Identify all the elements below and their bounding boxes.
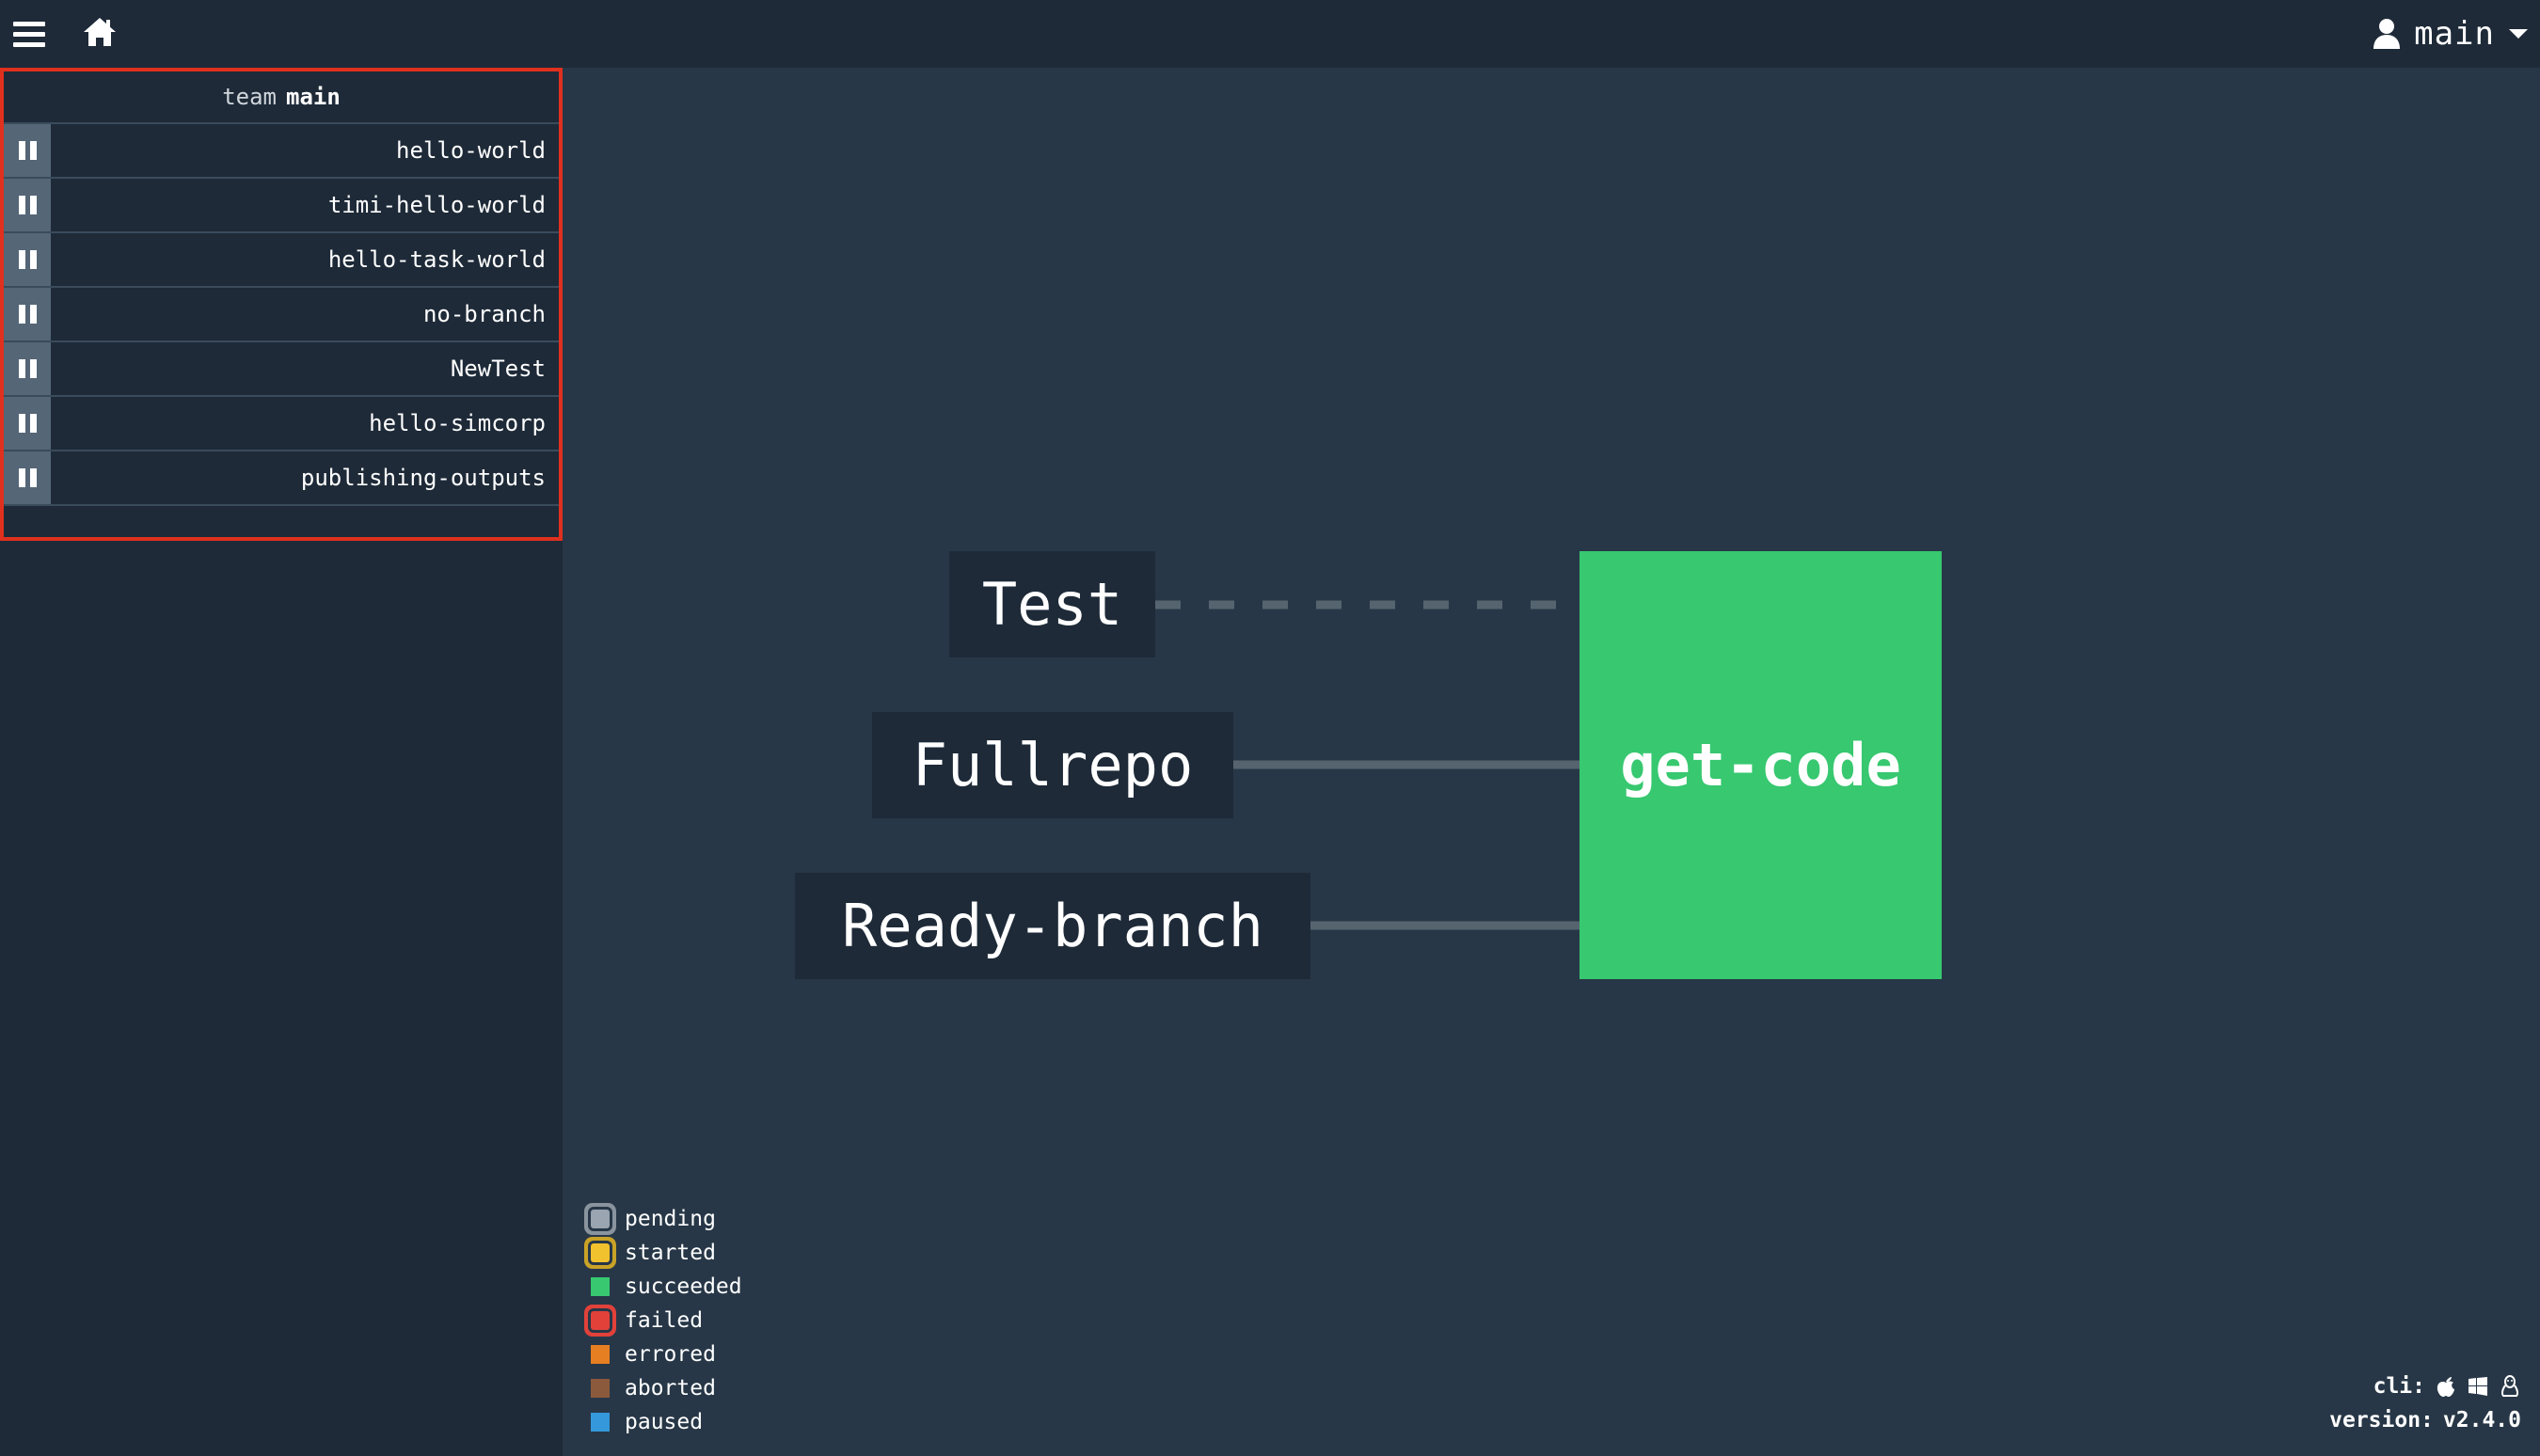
pipeline-list: hello-world timi-hello-world hello-task-wo… [4, 124, 559, 506]
menu-icon[interactable] [13, 15, 51, 53]
pipeline-link[interactable]: hello-task-world [51, 233, 559, 286]
pause-pipeline-button[interactable] [4, 179, 51, 231]
pause-pipeline-button[interactable] [4, 233, 51, 286]
pause-pipeline-button[interactable] [4, 342, 51, 395]
pipeline-graph: Test Fullrepo Ready-branch get-code [563, 68, 2540, 1456]
legend-label: succeeded [625, 1274, 742, 1299]
cli-downloads: cli: [2329, 1369, 2521, 1403]
apple-icon[interactable] [2435, 1375, 2457, 1398]
version-value: v2.4.0 [2442, 1408, 2521, 1432]
footer-info: cli: version: v2.4.0 [2329, 1369, 2521, 1437]
legend-swatch [581, 1304, 619, 1337]
legend-item-started: started [581, 1236, 742, 1270]
legend-label: failed [625, 1308, 704, 1333]
pipeline-link[interactable]: timi-hello-world [51, 179, 559, 231]
pause-pipeline-button[interactable] [4, 288, 51, 340]
legend-swatch [581, 1236, 619, 1270]
job-node-get-code[interactable]: get-code [1580, 551, 1942, 979]
legend-item-succeeded: succeeded [581, 1270, 742, 1304]
pipeline-link[interactable]: NewTest [51, 342, 559, 395]
pipeline-row: NewTest [4, 342, 559, 397]
sidebar: team main hello-world timi-hello-world hel… [0, 68, 563, 1456]
pipeline-link[interactable]: hello-world [51, 124, 559, 177]
pipeline-link[interactable]: no-branch [51, 288, 559, 340]
pipeline-row: publishing-outputs [4, 451, 559, 506]
legend-item-failed: failed [581, 1304, 742, 1337]
pipeline-link[interactable]: publishing-outputs [51, 451, 559, 504]
legend-item-aborted: aborted [581, 1371, 742, 1405]
team-label: team [222, 84, 277, 110]
pipeline-row: no-branch [4, 288, 559, 342]
user-menu[interactable]: main [2373, 13, 2529, 55]
legend-label: pending [625, 1207, 716, 1231]
pause-pipeline-button[interactable] [4, 397, 51, 450]
status-legend: pending started succeeded failed errored abor… [581, 1202, 742, 1439]
top-bar: main [0, 0, 2540, 68]
chevron-down-icon [2509, 29, 2528, 39]
graph-edges [1155, 600, 1580, 930]
pause-pipeline-button[interactable] [4, 451, 51, 504]
legend-swatch [581, 1405, 619, 1439]
legend-item-pending: pending [581, 1202, 742, 1236]
pause-pipeline-button[interactable] [4, 124, 51, 177]
legend-item-paused: paused [581, 1405, 742, 1439]
resource-node-test[interactable]: Test [949, 551, 1155, 657]
version-label: version: [2329, 1408, 2434, 1432]
pipeline-row: hello-world [4, 124, 559, 179]
legend-label: aborted [625, 1376, 716, 1401]
legend-swatch [581, 1337, 619, 1371]
pipeline-link[interactable]: hello-simcorp [51, 397, 559, 450]
windows-icon[interactable] [2467, 1375, 2489, 1398]
team-panel: team main hello-world timi-hello-world hel… [0, 68, 563, 541]
legend-label: started [625, 1241, 716, 1265]
legend-label: paused [625, 1410, 704, 1434]
version-info: version: v2.4.0 [2329, 1403, 2521, 1437]
user-icon [2373, 19, 2401, 49]
pipeline-row: hello-task-world [4, 233, 559, 288]
legend-label: errored [625, 1342, 716, 1367]
legend-item-errored: errored [581, 1337, 742, 1371]
cli-label: cli: [2373, 1374, 2425, 1399]
team-name: main [286, 84, 341, 110]
legend-swatch [581, 1270, 619, 1304]
team-header: team main [4, 71, 559, 124]
resource-node-ready-branch[interactable]: Ready-branch [795, 873, 1310, 979]
user-name: main [2414, 15, 2495, 53]
legend-swatch [581, 1202, 619, 1236]
legend-swatch [581, 1371, 619, 1405]
pipeline-row: hello-simcorp [4, 397, 559, 451]
linux-icon[interactable] [2499, 1375, 2521, 1398]
home-icon[interactable] [81, 13, 119, 51]
resource-node-fullrepo[interactable]: Fullrepo [872, 712, 1233, 818]
pipeline-row: timi-hello-world [4, 179, 559, 233]
